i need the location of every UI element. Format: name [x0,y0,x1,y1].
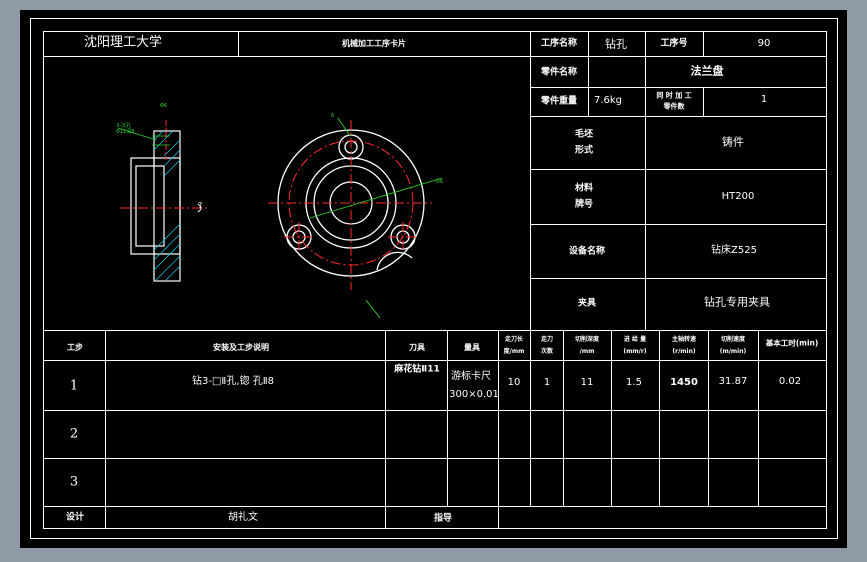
row-1-step: 1 [69,378,79,394]
th-basic-time: 基本工时(min) [765,338,819,348]
spec-blank-label-2: 形式 [574,145,594,156]
row-1-depth: 11 [580,377,594,388]
designer-name: 胡礼文 [228,512,258,523]
part-weight-label: 零件重量 [540,96,578,107]
row-3-step: 3 [69,474,79,490]
th-feed-1: 进 给 量 [623,336,647,343]
row-1-tool: 麻花钻Ⅱ11 [394,364,440,375]
th-stroke-2: 度/mm [503,348,525,355]
flange-front-view [268,117,443,319]
th-description: 安装及工步说明 [213,343,269,352]
front-centerlines [268,120,432,290]
row-1-gauge-2: 300×0.01 [449,389,499,400]
simul-parts-label-1: 同 时 加 工 [656,91,692,100]
th-passes-1: 走刀 [540,336,554,343]
part-weight: 7.6kg [593,95,623,106]
process-no: 90 [757,38,771,49]
section-hatch [153,130,181,281]
row-1-feed: 1.5 [626,377,642,388]
th-stroke-1: 走刀长 [504,336,524,343]
process-name: 钻孔 [605,37,627,51]
th-passes-2: 次数 [540,348,554,355]
spec-blank-value: 铸件 [722,135,744,149]
row-1-velocity: 31.87 [718,376,748,387]
row-1-gauge-1: 游标卡尺 [451,371,491,382]
cad-viewer: 3-沉孔 Φ11深8 Φ6 ? 6 Φ6 沈阳理工大学 机械加工工序卡片 工序名… [0,0,867,562]
dimension-note-2: Φ11深8 [116,129,135,135]
row-2-step: 2 [69,426,79,442]
th-gauge: 量具 [464,343,480,352]
design-label: 设计 [65,512,85,523]
spec-fixture-value: 钻孔专用夹具 [704,295,770,309]
th-step: 工步 [67,343,83,352]
dimension-c: 6 [331,113,335,119]
guide-label: 指导 [433,513,453,524]
row-1-stroke: 10 [507,377,521,388]
th-velocity-1: 切削速度 [720,336,746,343]
process-name-label: 工序名称 [540,38,578,49]
th-feed-2: (mm/r) [623,348,647,355]
th-depth-2: /mm [579,348,595,355]
simul-parts-label-2: 零件数 [663,102,685,111]
row-1-description: 钻3-□Ⅱ孔,锪 孔Ⅱ8 [192,376,274,387]
dimension-diameter: Φ6 [436,179,444,185]
spec-material-label-2: 牌号 [574,199,594,210]
simul-parts: 1 [760,94,768,105]
spec-material-value: HT200 [721,191,755,202]
card-title: 机械加工工序卡片 [342,39,406,48]
dimension-small: Φ6 [160,103,168,109]
part-name: 法兰盘 [690,64,724,78]
row-1-passes: 1 [543,377,551,388]
process-no-label: 工序号 [660,38,688,49]
th-speed-2: (r/min) [672,348,696,355]
spec-material-label-1: 材料 [574,183,594,194]
spec-equipment-label: 设备名称 [568,246,606,257]
th-velocity-2: (m/min) [719,348,747,355]
section-mark: ? [198,201,203,210]
th-speed-1: 主轴转速 [671,336,697,343]
spec-equipment-value: 钻床Z525 [711,245,757,256]
part-name-label: 零件名称 [540,67,578,78]
spec-blank-label-1: 毛坯 [574,129,594,140]
row-1-speed: 1450 [670,377,698,388]
th-tool: 刀具 [409,343,425,352]
th-depth-1: 切削深度 [574,336,600,343]
spec-fixture-label: 夹具 [577,298,597,309]
school-name: 沈阳理工大学 [84,35,163,50]
row-1-time: 0.02 [778,376,802,387]
